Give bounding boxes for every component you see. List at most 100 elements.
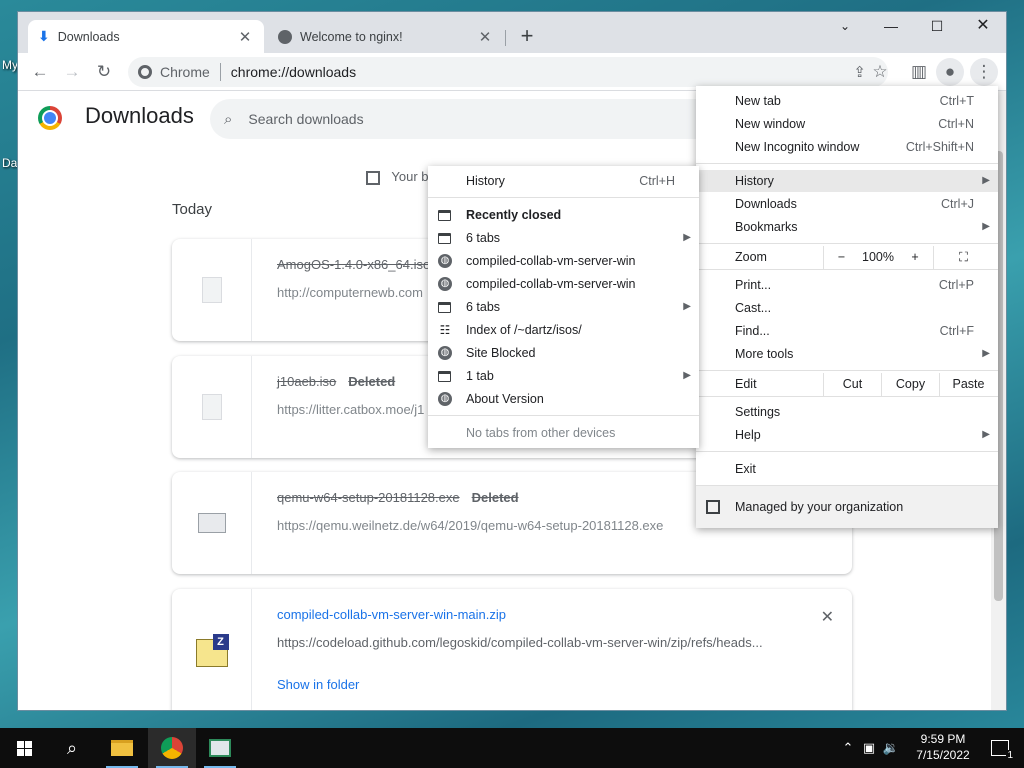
menu-item-downloads[interactable]: Downloads Ctrl+J bbox=[696, 193, 998, 215]
zoom-in-button[interactable]: + bbox=[897, 246, 933, 269]
start-button[interactable] bbox=[0, 728, 48, 768]
notification-button[interactable]: 1 bbox=[976, 728, 1024, 768]
submenu-arrow-icon: ▶ bbox=[683, 370, 691, 381]
bookmark-star-icon[interactable]: ☆ bbox=[866, 58, 894, 86]
search-downloads-input[interactable]: ⌕ Search downloads bbox=[210, 99, 740, 139]
profile-avatar[interactable]: ● bbox=[936, 58, 964, 86]
download-url[interactable]: http://computernewb.com bbox=[277, 285, 423, 300]
back-button[interactable]: ← bbox=[26, 58, 54, 86]
taskbar-chrome[interactable] bbox=[148, 728, 196, 768]
close-tab-icon[interactable]: ✕ bbox=[476, 28, 494, 46]
new-tab-button[interactable]: + bbox=[514, 24, 540, 50]
chrome-main-menu: New tab Ctrl+T New window Ctrl+N New Incog… bbox=[696, 86, 998, 528]
menu-divider bbox=[428, 197, 699, 198]
share-icon[interactable]: ⇪ bbox=[853, 63, 866, 81]
close-window-button[interactable]: ✕ bbox=[960, 14, 1006, 40]
menu-item-print[interactable]: Print... Ctrl+P bbox=[696, 274, 998, 296]
menu-item-cast[interactable]: Cast... bbox=[696, 297, 998, 319]
omnibox-url[interactable]: chrome://downloads bbox=[231, 64, 356, 80]
omnibox-scheme: Chrome bbox=[160, 64, 210, 80]
recent-item[interactable]: 6 tabs ▶ bbox=[428, 296, 699, 318]
menu-item-new-incognito[interactable]: New Incognito window Ctrl+Shift+N bbox=[696, 136, 998, 158]
menu-item-exit[interactable]: Exit bbox=[696, 458, 998, 480]
chevron-up-icon[interactable]: ⌃ bbox=[838, 740, 858, 756]
globe-icon: ◍ bbox=[438, 392, 452, 406]
remove-download-icon[interactable]: ✕ bbox=[821, 607, 834, 627]
tab-nginx[interactable]: Welcome to nginx! ✕ bbox=[268, 20, 504, 53]
side-panel-icon[interactable]: ▥ bbox=[905, 58, 933, 86]
installer-icon bbox=[172, 472, 252, 574]
reload-button[interactable]: ↻ bbox=[90, 58, 118, 86]
tab-title: Downloads bbox=[57, 29, 120, 44]
tab-search-button[interactable]: ⌄ bbox=[822, 14, 868, 40]
menu-item-help[interactable]: Help ▶ bbox=[696, 424, 998, 446]
window-icon bbox=[438, 210, 451, 221]
menu-item-settings[interactable]: Settings bbox=[696, 401, 998, 423]
submenu-arrow-icon: ▶ bbox=[683, 232, 691, 243]
recent-item[interactable]: ◍ compiled-collab-vm-server-win bbox=[428, 273, 699, 295]
menu-item-zoom: Zoom − 100% + ⛶ bbox=[696, 246, 998, 269]
desktop-icon-label[interactable]: My bbox=[2, 58, 18, 72]
page-title: Downloads bbox=[85, 103, 194, 128]
submenu-arrow-icon: ▶ bbox=[982, 175, 990, 186]
recent-item[interactable]: 6 tabs ▶ bbox=[428, 227, 699, 249]
recent-item[interactable]: ☷ Index of /~dartz/isos/ bbox=[428, 319, 699, 341]
zoom-out-button[interactable]: − bbox=[823, 246, 859, 269]
recent-item[interactable]: ◍ Site Blocked bbox=[428, 342, 699, 364]
maximize-button[interactable]: ☐ bbox=[914, 14, 960, 40]
forward-button[interactable]: → bbox=[58, 58, 86, 86]
chrome-icon bbox=[161, 737, 183, 759]
menu-item-find[interactable]: Find... Ctrl+F bbox=[696, 320, 998, 342]
download-url[interactable]: https://qemu.weilnetz.de/w64/2019/qemu-w… bbox=[277, 518, 663, 533]
cut-button[interactable]: Cut bbox=[823, 373, 881, 396]
desktop-icon-label[interactable]: Da bbox=[2, 156, 17, 170]
submenu-item-history[interactable]: History Ctrl+H bbox=[428, 170, 699, 192]
download-filename[interactable]: compiled-collab-vm-server-win-main.zip bbox=[277, 607, 506, 622]
taskbar-file-explorer[interactable] bbox=[98, 728, 146, 768]
menu-item-bookmarks[interactable]: Bookmarks ▶ bbox=[696, 216, 998, 238]
menu-divider bbox=[696, 396, 998, 397]
menu-divider bbox=[696, 370, 998, 371]
download-filename[interactable]: AmogOS-1.4.0-x86_64.iso bbox=[277, 257, 430, 272]
download-url[interactable]: https://litter.catbox.moe/j1 bbox=[277, 402, 424, 417]
submenu-arrow-icon: ▶ bbox=[982, 429, 990, 440]
show-in-folder-link[interactable]: Show in folder bbox=[277, 677, 359, 692]
paste-button[interactable]: Paste bbox=[939, 373, 997, 396]
close-tab-icon[interactable]: ✕ bbox=[236, 28, 254, 46]
recent-item[interactable]: ◍ compiled-collab-vm-server-win bbox=[428, 250, 699, 272]
fullscreen-icon[interactable]: ⛶ bbox=[933, 246, 993, 269]
globe-icon: ◍ bbox=[438, 277, 452, 291]
download-url[interactable]: https://codeload.github.com/legoskid/com… bbox=[277, 635, 763, 650]
file-icon bbox=[172, 239, 252, 341]
volume-icon[interactable]: 🔉 bbox=[880, 740, 902, 756]
network-icon[interactable]: ▣ bbox=[858, 740, 880, 756]
menu-item-history[interactable]: History ▶ bbox=[696, 170, 998, 192]
minimize-button[interactable]: — bbox=[868, 14, 914, 40]
tab-downloads[interactable]: ⬇ Downloads ✕ bbox=[28, 20, 264, 53]
menu-item-managed[interactable]: Managed by your organization bbox=[696, 486, 998, 528]
menu-item-more-tools[interactable]: More tools ▶ bbox=[696, 343, 998, 365]
notification-count: 1 bbox=[1006, 750, 1014, 761]
download-filename[interactable]: qemu-w64-setup-20181128.exe Deleted bbox=[277, 490, 519, 505]
menu-item-new-window[interactable]: New window Ctrl+N bbox=[696, 113, 998, 135]
menu-item-new-tab[interactable]: New tab Ctrl+T bbox=[696, 90, 998, 112]
history-submenu: History Ctrl+H Recently closed 6 tabs ▶ ◍ c… bbox=[428, 166, 699, 448]
recent-item[interactable]: ◍ About Version bbox=[428, 388, 699, 410]
download-icon: ⬇ bbox=[38, 28, 50, 44]
menu-divider bbox=[696, 451, 998, 452]
omnibox-divider bbox=[219, 63, 221, 81]
file-icon bbox=[172, 356, 252, 458]
search-icon: ⌕ bbox=[224, 110, 233, 128]
address-bar[interactable]: Chrome chrome://downloads ⇪ bbox=[128, 57, 888, 87]
download-filename[interactable]: j10aeb.iso Deleted bbox=[277, 374, 395, 389]
copy-button[interactable]: Copy bbox=[881, 373, 939, 396]
window-icon bbox=[438, 233, 451, 244]
menu-divider bbox=[696, 243, 998, 244]
clock[interactable]: 9:59 PM 7/15/2022 bbox=[905, 731, 981, 763]
recent-item[interactable]: 1 tab ▶ bbox=[428, 365, 699, 387]
chrome-menu-button[interactable]: ⋮ bbox=[970, 58, 998, 86]
taskbar-app[interactable] bbox=[196, 728, 244, 768]
search-button[interactable]: ⌕ bbox=[48, 728, 96, 768]
clock-date: 7/15/2022 bbox=[916, 748, 970, 762]
tab-separator bbox=[505, 30, 506, 46]
